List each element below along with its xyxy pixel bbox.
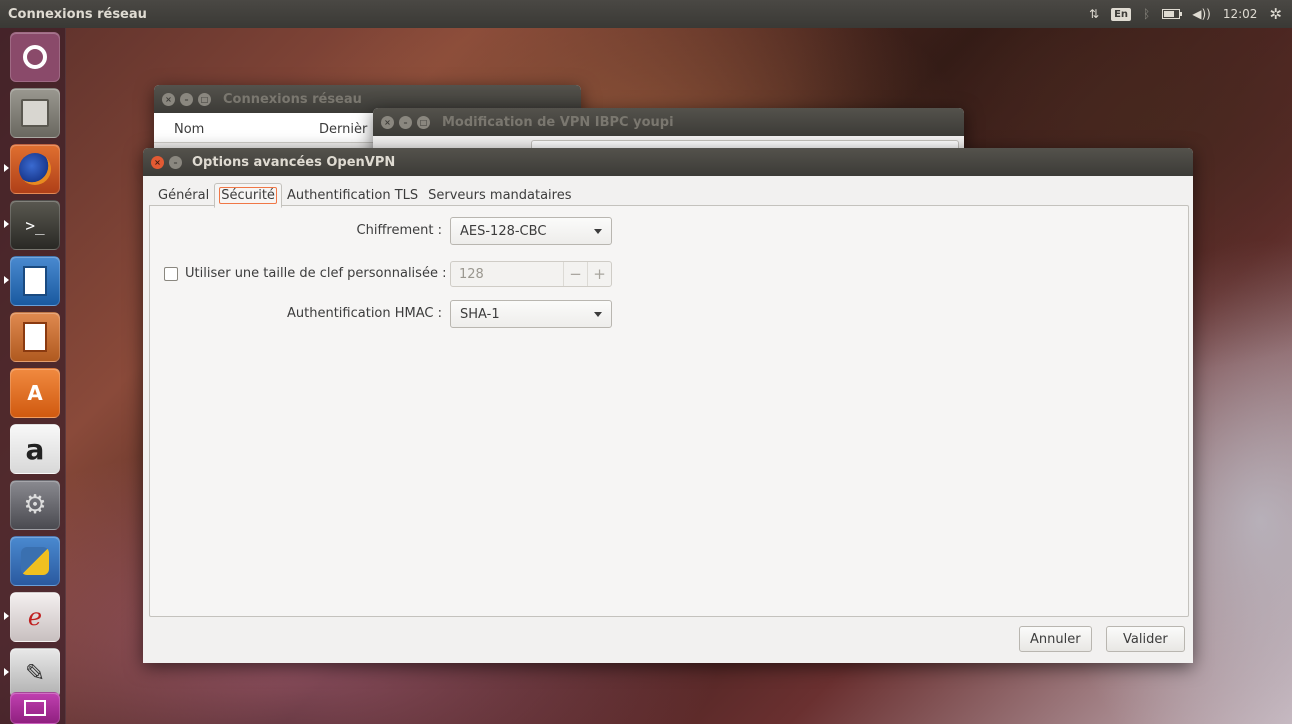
running-indicator <box>4 276 9 284</box>
terminal-button[interactable]: >_ <box>10 200 60 250</box>
hmac-value: SHA-1 <box>460 306 500 322</box>
hmac-label: Authentification HMAC : <box>287 306 442 321</box>
cancel-button[interactable]: Annuler <box>1019 626 1092 652</box>
writer-button[interactable] <box>10 256 60 306</box>
system-settings-button[interactable]: ⚙ <box>10 480 60 530</box>
window-title: Modification de VPN IBPC youpi <box>442 114 674 130</box>
tab-label: Sécurité <box>219 187 277 204</box>
keysize-row: Utiliser une taille de clef personnalisé… <box>150 260 1150 288</box>
keysize-input: 128 <box>459 267 484 282</box>
pencil-icon: ✎ <box>24 659 46 687</box>
decrement-button: − <box>563 262 587 286</box>
pdf-icon: ℯ <box>27 603 43 631</box>
ok-button[interactable]: Valider <box>1106 626 1185 652</box>
pdf-viewer-button[interactable]: ℯ <box>10 592 60 642</box>
keyboard-layout-indicator[interactable]: En <box>1111 7 1132 21</box>
tab-label: Général <box>158 188 210 203</box>
presentation-icon <box>23 322 47 352</box>
maximize-icon[interactable]: □ <box>198 92 211 106</box>
column-header-last-used[interactable]: Dernièr <box>299 113 367 142</box>
files-button[interactable] <box>10 88 60 138</box>
workspace-grid-icon <box>24 700 46 716</box>
text-editor-button[interactable]: ✎ <box>10 648 60 698</box>
hmac-combobox[interactable]: SHA-1 <box>450 300 612 328</box>
battery-icon[interactable] <box>1162 9 1183 19</box>
running-indicator <box>4 612 9 620</box>
custom-keysize-checkbox[interactable] <box>164 267 178 281</box>
impress-button[interactable] <box>10 312 60 362</box>
network-arrows-icon[interactable]: ⇅ <box>1089 7 1099 21</box>
python-icon <box>21 547 49 575</box>
increment-button: + <box>587 262 611 286</box>
close-icon[interactable]: × <box>162 92 175 106</box>
amazon-button[interactable]: a <box>10 424 60 474</box>
close-icon[interactable]: × <box>151 155 164 169</box>
settings-wrench-icon: ⚙ <box>23 490 47 520</box>
column-header-name[interactable]: Nom <box>154 113 299 142</box>
security-tab-panel: Chiffrement : AES-128-CBC Utiliser une t… <box>149 205 1189 617</box>
ubuntu-logo-icon <box>23 45 47 69</box>
window-title: Connexions réseau <box>223 91 362 107</box>
volume-icon[interactable]: ◀)) <box>1192 7 1211 21</box>
workspace-switcher-button[interactable] <box>10 692 60 724</box>
gear-icon[interactable]: ✲ <box>1269 5 1282 23</box>
firefox-button[interactable] <box>10 144 60 194</box>
document-icon <box>23 266 47 296</box>
tab-label: Authentification TLS <box>286 188 419 203</box>
tab-label: Serveurs mandataires <box>428 188 572 203</box>
terminal-icon: >_ <box>25 215 45 235</box>
clock[interactable]: 12:02 <box>1223 7 1258 21</box>
firefox-icon <box>19 153 51 185</box>
cipher-row: Chiffrement : AES-128-CBC <box>150 217 1150 245</box>
chevron-down-icon <box>594 229 602 234</box>
python-button[interactable] <box>10 536 60 586</box>
openvpn-advanced-titlebar: × – Options avancées OpenVPN <box>143 148 1193 176</box>
amazon-icon: a <box>25 432 45 466</box>
tab-security[interactable]: Sécurité <box>214 183 282 208</box>
minimize-icon[interactable]: – <box>180 92 193 106</box>
running-indicator <box>4 668 9 676</box>
openvpn-advanced-dialog: × – Options avancées OpenVPN Général Séc… <box>143 148 1193 663</box>
indicator-area: ⇅ En ᛒ ◀)) 12:02 ✲ <box>1089 5 1292 23</box>
window-title: Options avancées OpenVPN <box>192 154 396 170</box>
cipher-label: Chiffrement : <box>356 223 442 238</box>
chevron-down-icon <box>594 312 602 317</box>
software-center-button[interactable]: A <box>10 368 60 418</box>
close-icon[interactable]: × <box>381 115 394 129</box>
custom-keysize-label[interactable]: Utiliser une taille de clef personnalisé… <box>185 266 446 281</box>
maximize-icon[interactable]: □ <box>417 115 430 129</box>
launcher: >_ A a ⚙ ℯ ✎ <box>0 28 66 724</box>
vpn-edit-titlebar: × – □ Modification de VPN IBPC youpi <box>373 108 964 136</box>
minimize-icon[interactable]: – <box>169 155 182 169</box>
running-indicator <box>4 220 9 228</box>
cipher-combobox[interactable]: AES-128-CBC <box>450 217 612 245</box>
minimize-icon[interactable]: – <box>399 115 412 129</box>
hmac-row: Authentification HMAC : SHA-1 <box>150 300 1150 328</box>
dash-home-button[interactable] <box>10 32 60 82</box>
file-cabinet-icon <box>21 99 49 127</box>
top-panel: Connexions réseau ⇅ En ᛒ ◀)) 12:02 ✲ <box>0 0 1292 28</box>
bluetooth-icon[interactable]: ᛒ <box>1143 7 1150 21</box>
cipher-value: AES-128-CBC <box>460 223 547 239</box>
shopping-bag-icon: A <box>27 381 43 405</box>
keysize-spinbutton: 128 − + <box>450 261 612 287</box>
running-indicator <box>4 164 9 172</box>
active-app-title: Connexions réseau <box>8 6 147 22</box>
